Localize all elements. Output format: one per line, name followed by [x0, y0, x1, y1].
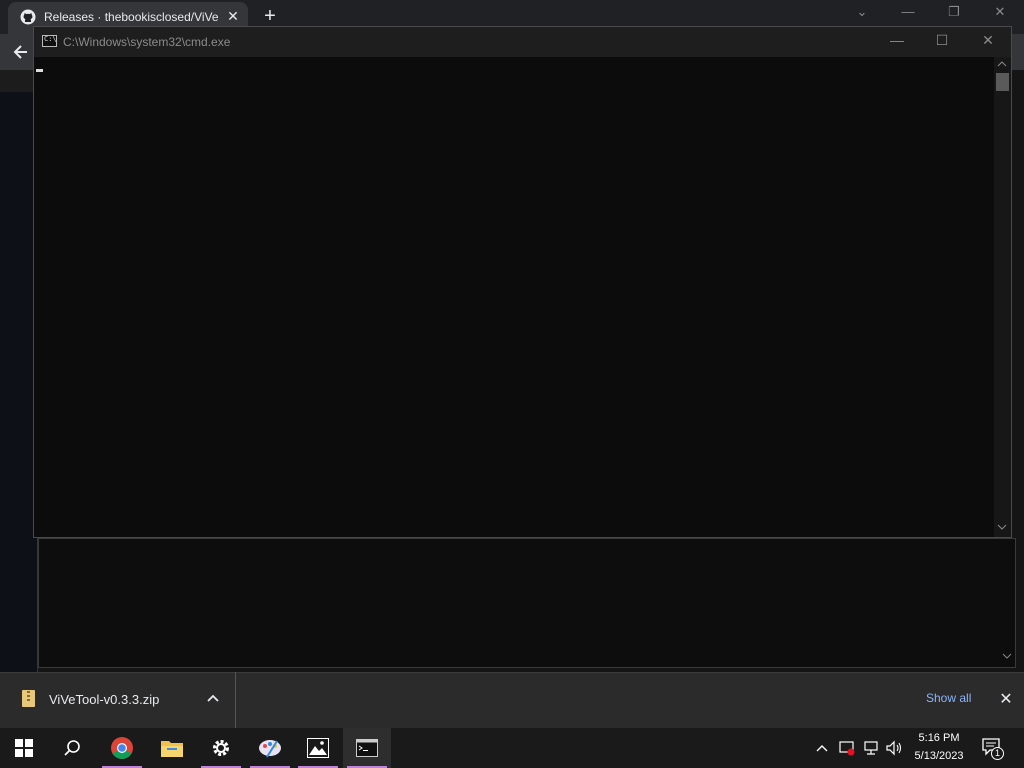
- back-button[interactable]: [10, 42, 32, 62]
- notification-count-badge: 1: [991, 747, 1004, 760]
- cmd-app-icon[interactable]: C:\: [42, 35, 57, 47]
- search-button[interactable]: [48, 728, 96, 768]
- new-tab-button[interactable]: +: [261, 5, 279, 28]
- text-cursor: [36, 69, 43, 72]
- cmd-close-button[interactable]: ✕: [965, 32, 1011, 49]
- download-file-name[interactable]: ViVeTool-v0.3.3.zip: [49, 692, 159, 707]
- taskbar-command-prompt[interactable]: [343, 728, 391, 768]
- gear-icon: [213, 740, 229, 756]
- volume-icon[interactable]: [885, 740, 903, 756]
- tab-title: Releases · thebookisclosed/ViVe: [44, 10, 219, 24]
- cmd-scrollbar-thumb[interactable]: [996, 73, 1009, 91]
- start-button[interactable]: [0, 728, 48, 768]
- command-prompt-icon: [356, 739, 378, 757]
- tab-close-icon[interactable]: ✕: [226, 8, 240, 25]
- taskbar-photos[interactable]: [294, 728, 342, 768]
- cmd-scrollbar[interactable]: [994, 57, 1011, 537]
- taskbar-file-explorer[interactable]: [148, 728, 196, 768]
- scroll-up-arrow-icon[interactable]: [997, 60, 1007, 68]
- taskbar-paint[interactable]: [246, 728, 294, 768]
- windows-logo-icon: [15, 739, 33, 757]
- folder-icon: [161, 741, 183, 757]
- browser-close-button[interactable]: ✕: [980, 4, 1020, 20]
- github-icon: [20, 9, 36, 25]
- chevron-up-icon[interactable]: [205, 690, 221, 706]
- search-icon: [64, 740, 80, 756]
- scroll-down-arrow-icon[interactable]: [997, 523, 1007, 531]
- cmd-minimize-button[interactable]: —: [874, 32, 920, 48]
- action-center-button[interactable]: 1: [982, 738, 1006, 760]
- show-all-downloads-link[interactable]: Show all: [926, 691, 971, 705]
- chrome-icon: [111, 737, 133, 759]
- clock-time[interactable]: 5:16 PM: [902, 732, 976, 744]
- console-output[interactable]: [36, 60, 986, 530]
- taskbar-chrome[interactable]: [98, 728, 146, 768]
- paint-palette-icon: [259, 740, 281, 758]
- network-icon[interactable]: [862, 740, 880, 756]
- browser-restore-button[interactable]: ❐: [934, 4, 974, 20]
- zip-file-icon: [22, 690, 35, 707]
- tab-search-button[interactable]: ⌄: [842, 4, 882, 20]
- cmd-maximize-button[interactable]: ☐: [919, 32, 965, 49]
- chevron-up-icon[interactable]: [815, 741, 829, 755]
- photos-icon: [307, 738, 329, 758]
- browser-minimize-button[interactable]: —: [888, 4, 928, 19]
- download-bar-close-button[interactable]: ✕: [997, 689, 1015, 709]
- taskbar-settings[interactable]: [197, 728, 245, 768]
- page-scroll-down-icon[interactable]: [1002, 652, 1012, 660]
- web-page-panel: [38, 538, 1016, 668]
- clock-date[interactable]: 5/13/2023: [902, 750, 976, 762]
- cmd-window-title: C:\Windows\system32\cmd.exe: [63, 35, 231, 49]
- remote-desktop-icon[interactable]: [838, 739, 856, 757]
